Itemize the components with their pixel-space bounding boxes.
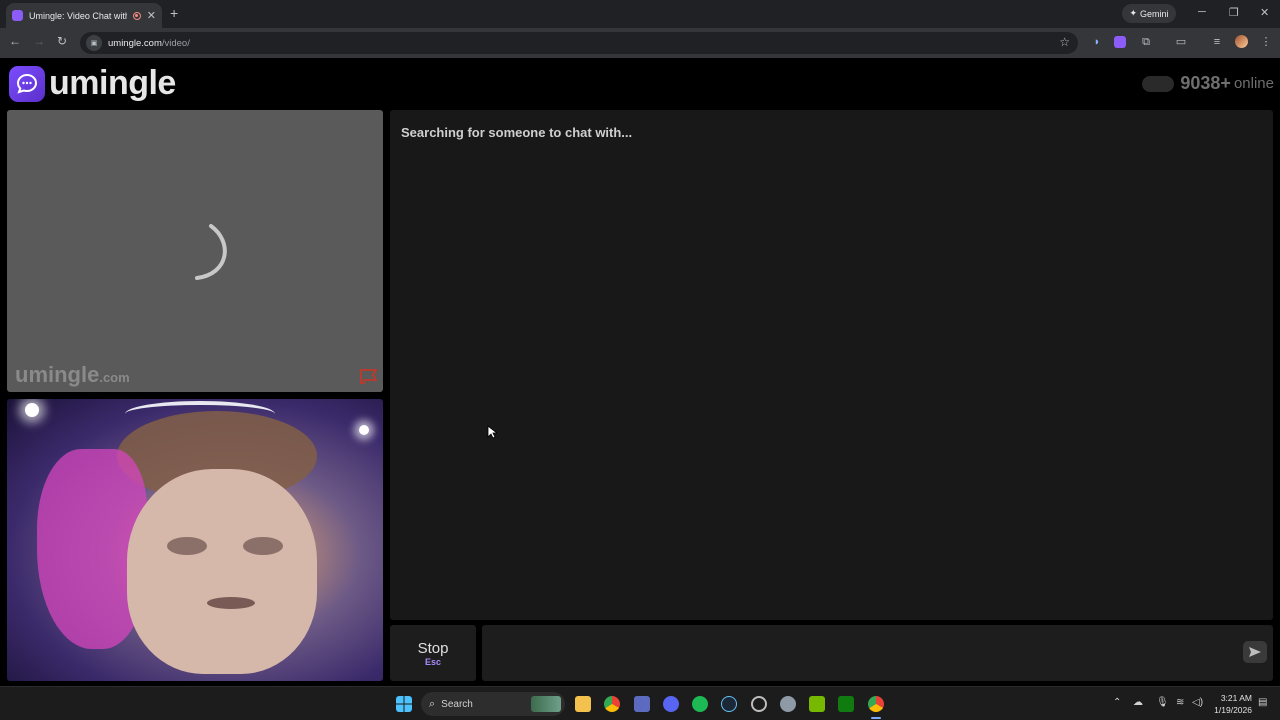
xbox-icon[interactable] xyxy=(838,696,854,712)
self-video-sparkle xyxy=(359,425,369,435)
page-content: umingle 9038+ online umingle.com Searchi… xyxy=(0,58,1280,686)
audio-icon[interactable]: ◗ xyxy=(1090,35,1104,49)
mouse-cursor-icon xyxy=(487,425,497,439)
message-input[interactable] xyxy=(482,625,1273,681)
send-button[interactable] xyxy=(1243,641,1267,663)
chrome-icon[interactable] xyxy=(604,696,620,712)
window-close-icon[interactable]: ✕ xyxy=(1260,6,1269,19)
self-video-mouth xyxy=(207,597,255,609)
site-info-icon[interactable]: ▣ xyxy=(86,35,102,51)
active-tab[interactable]: Umingle: Video Chat with S ✕ xyxy=(6,3,162,28)
url-host: umingle.com xyxy=(108,37,162,49)
nvidia-icon[interactable] xyxy=(809,696,825,712)
self-video-tiara xyxy=(125,401,275,427)
stop-label: Stop xyxy=(417,640,449,657)
online-toggle-icon xyxy=(1142,75,1175,92)
extensions-icon[interactable]: ⧉ xyxy=(1139,35,1153,49)
send-icon xyxy=(1249,647,1261,657)
stranger-video: umingle.com xyxy=(7,110,383,392)
clock-date: 1/19/2026 xyxy=(1214,705,1252,715)
address-bar[interactable]: ▣ umingle.com /video/ ☆ xyxy=(80,32,1078,54)
online-label: online xyxy=(1233,75,1274,92)
forward-icon[interactable]: → xyxy=(33,34,45,48)
gemini-button[interactable]: ✦ Gemini xyxy=(1122,4,1176,23)
bookmark-star-icon[interactable]: ☆ xyxy=(1059,35,1070,49)
menu-icon[interactable]: ⋮ xyxy=(1259,35,1273,49)
self-video-face xyxy=(127,469,317,674)
system-clock[interactable]: 3:21 AM 1/19/2026 xyxy=(1210,692,1252,716)
tab-strip: Umingle: Video Chat with S ✕ + ✦ Gemini … xyxy=(0,0,1280,28)
twitch-extension-icon[interactable] xyxy=(1114,36,1126,48)
file-explorer-icon[interactable] xyxy=(575,696,591,712)
discord-icon[interactable] xyxy=(663,696,679,712)
video-watermark: umingle.com xyxy=(15,362,130,388)
taskbar-search[interactable]: ⌕ Search xyxy=(421,692,565,716)
chat-status: Searching for someone to chat with... xyxy=(401,125,633,140)
report-flag-icon[interactable] xyxy=(359,368,379,384)
search-highlight-image xyxy=(531,696,561,712)
gemini-label: Gemini xyxy=(1140,8,1169,19)
new-tab-button[interactable]: + xyxy=(170,5,178,21)
microphone-icon[interactable]: 🎙 xyxy=(1156,697,1169,708)
clock-time: 3:21 AM xyxy=(1220,693,1252,703)
minimize-icon[interactable]: ─ xyxy=(1198,6,1206,18)
self-video-eye-right xyxy=(243,537,283,555)
self-video xyxy=(7,399,383,681)
media-control-icon[interactable]: ≡ xyxy=(1210,35,1224,49)
chrome-running-icon[interactable] xyxy=(868,696,884,712)
online-counter: 9038+ online xyxy=(1142,73,1274,94)
store-icon[interactable] xyxy=(634,696,650,712)
loading-spinner-icon xyxy=(195,224,227,280)
stop-shortcut: Esc xyxy=(424,657,441,667)
umingle-favicon xyxy=(12,10,23,21)
chat-bubble-logo-icon xyxy=(9,65,45,102)
restore-icon[interactable]: ❐ xyxy=(1229,6,1239,19)
self-video-sparkle xyxy=(25,403,39,417)
notifications-icon[interactable]: ▤ xyxy=(1258,697,1267,708)
onedrive-icon[interactable]: ☁ xyxy=(1133,697,1143,708)
start-icon[interactable] xyxy=(396,696,412,712)
settings-icon[interactable] xyxy=(780,696,796,712)
browser-chrome: Umingle: Video Chat with S ✕ + ✦ Gemini … xyxy=(0,0,1280,58)
spotify-icon[interactable] xyxy=(692,696,708,712)
site-logo[interactable]: umingle xyxy=(9,64,176,103)
wifi-icon[interactable]: ≋ xyxy=(1176,697,1184,708)
browser-toolbar: ← → ↻ ▣ umingle.com /video/ ☆ ◗ ⧉ ▭ ≡ ⋮ xyxy=(0,28,1280,58)
stop-button[interactable]: Stop Esc xyxy=(390,625,476,681)
windows-taskbar: ⌕ Search ⌃ ☁ 🎙 ≋ ◁) 3:21 AM 1/19/2026 ▤ xyxy=(0,686,1280,720)
app-icon[interactable] xyxy=(751,696,767,712)
search-icon: ⌕ xyxy=(429,697,436,710)
online-count: 9038+ xyxy=(1180,73,1231,93)
profile-avatar-icon[interactable] xyxy=(1235,35,1248,48)
chat-log: Searching for someone to chat with... xyxy=(390,110,1273,620)
taskbar-search-label: Search xyxy=(441,698,473,710)
tray-overflow-icon[interactable]: ⌃ xyxy=(1113,697,1121,708)
tab-close-icon[interactable]: ✕ xyxy=(147,9,156,22)
cast-icon[interactable]: ▭ xyxy=(1174,35,1188,49)
tab-title: Umingle: Video Chat with S xyxy=(29,10,127,21)
watermark-main: umingle xyxy=(15,362,100,387)
running-indicator xyxy=(871,717,881,719)
logo-wordmark: umingle xyxy=(49,64,176,102)
url-path: /video/ xyxy=(161,37,190,49)
volume-icon[interactable]: ◁) xyxy=(1192,697,1203,708)
reload-icon[interactable]: ↻ xyxy=(57,34,67,48)
watermark-suffix: .com xyxy=(99,370,130,385)
sparkle-icon: ✦ xyxy=(1129,8,1138,18)
self-video-eye-left xyxy=(167,537,207,555)
steam-icon[interactable] xyxy=(721,696,737,712)
recording-icon xyxy=(132,11,141,20)
back-icon[interactable]: ← xyxy=(9,34,21,48)
